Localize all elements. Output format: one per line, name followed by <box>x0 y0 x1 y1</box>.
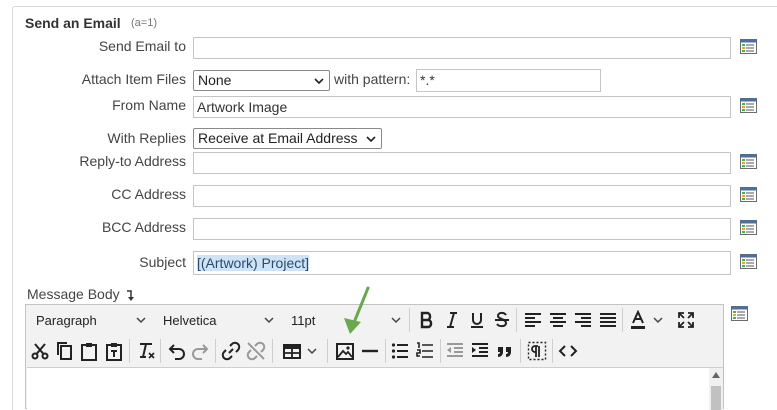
toolbar-separator <box>552 339 553 363</box>
numbered-list-icon[interactable] <box>415 341 435 361</box>
chevron-down-icon[interactable] <box>263 314 275 326</box>
toolbar-separator <box>516 308 517 332</box>
cut-icon[interactable] <box>30 341 50 361</box>
unlink-icon[interactable] <box>246 341 266 361</box>
toolbar-separator <box>385 339 386 363</box>
field-picker-icon[interactable] <box>731 306 748 321</box>
copy-icon[interactable] <box>54 341 74 361</box>
align-justify-icon[interactable] <box>598 310 618 330</box>
cc-input[interactable] <box>193 185 731 207</box>
bcc-label: BCC Address <box>101 219 186 235</box>
annotation-arrow <box>344 286 370 334</box>
bullet-list-icon[interactable] <box>390 341 410 361</box>
text-color-icon[interactable] <box>628 310 648 330</box>
toolbar-separator <box>215 339 216 363</box>
reply-to-label: Reply-to Address <box>79 153 186 169</box>
blockquote-icon[interactable] <box>495 341 515 361</box>
toolbar-separator <box>409 308 410 332</box>
chevron-down-icon[interactable] <box>652 314 664 326</box>
font-select[interactable]: Helvetica <box>163 313 216 328</box>
bcc-input[interactable] <box>193 218 731 240</box>
format-select[interactable]: Paragraph <box>36 313 97 328</box>
message-body-label: Message Body <box>27 286 120 302</box>
chevron-down-icon <box>314 78 324 85</box>
toolbar-separator <box>520 339 521 363</box>
attach-item-files-label: Attach Item Files <box>81 71 186 87</box>
bold-icon[interactable] <box>417 310 437 330</box>
attach-item-files-value: None <box>198 72 232 88</box>
with-replies-label: With Replies <box>107 130 186 146</box>
section-subtitle: (a=1) <box>131 17 157 29</box>
field-picker-icon[interactable] <box>740 154 757 169</box>
field-picker-icon[interactable] <box>740 187 757 202</box>
image-icon[interactable] <box>335 341 355 361</box>
arrow-down-right-icon <box>127 290 134 301</box>
scrollbar-thumb[interactable] <box>711 386 721 410</box>
field-picker-icon[interactable] <box>740 254 757 269</box>
attach-item-files-select[interactable]: None <box>193 70 330 91</box>
paste-text-icon[interactable] <box>104 341 124 361</box>
font-size-select[interactable]: 11pt <box>291 313 315 328</box>
cc-label: CC Address <box>111 186 186 202</box>
from-name-input[interactable]: Artwork Image <box>193 96 731 118</box>
subject-input[interactable]: [(Artwork) Project] <box>193 251 731 275</box>
link-icon[interactable] <box>221 341 241 361</box>
with-replies-select[interactable]: Receive at Email Address <box>193 128 382 149</box>
chevron-down-icon[interactable] <box>390 314 402 326</box>
from-name-label: From Name <box>112 97 186 113</box>
strikethrough-icon[interactable] <box>492 310 512 330</box>
align-left-icon[interactable] <box>523 310 543 330</box>
send-email-to-label: Send Email to <box>98 38 186 54</box>
chevron-down-icon <box>366 136 376 143</box>
undo-icon[interactable] <box>166 341 186 361</box>
message-body-content[interactable] <box>27 367 709 410</box>
with-replies-value: Receive at Email Address <box>198 130 358 146</box>
chevron-down-icon[interactable] <box>135 314 147 326</box>
source-code-icon[interactable] <box>558 341 578 361</box>
toolbar-separator <box>129 339 130 363</box>
align-center-icon[interactable] <box>548 310 568 330</box>
send-email-to-input[interactable] <box>193 37 731 59</box>
subject-value: [(Artwork) Project] <box>197 255 310 271</box>
show-blocks-icon[interactable] <box>527 341 547 361</box>
toolbar-separator <box>327 339 328 363</box>
pattern-label: with pattern: <box>334 71 411 87</box>
indent-icon[interactable] <box>470 341 490 361</box>
underline-icon[interactable] <box>467 310 487 330</box>
field-picker-icon[interactable] <box>740 98 757 113</box>
italic-icon[interactable] <box>442 310 462 330</box>
scroll-up-icon[interactable] <box>712 372 720 378</box>
subject-label: Subject <box>139 254 186 270</box>
toolbar-separator <box>160 339 161 363</box>
chevron-down-icon[interactable] <box>306 345 318 357</box>
field-picker-icon[interactable] <box>740 39 757 54</box>
fullscreen-icon[interactable] <box>676 310 696 330</box>
rich-text-editor: Paragraph Helvetica 11pt <box>25 304 724 410</box>
horizontal-rule-icon[interactable] <box>360 341 380 361</box>
redo-icon[interactable] <box>191 341 211 361</box>
pattern-input[interactable]: *.* <box>416 69 601 92</box>
clear-format-icon[interactable] <box>136 341 156 361</box>
scrollbar[interactable] <box>709 367 723 410</box>
toolbar-separator <box>272 339 273 363</box>
align-right-icon[interactable] <box>573 310 593 330</box>
field-picker-icon[interactable] <box>740 220 757 235</box>
reply-to-input[interactable] <box>193 152 731 174</box>
toolbar-separator <box>622 308 623 332</box>
toolbar-separator <box>440 339 441 363</box>
section-title: Send an Email <box>25 15 121 31</box>
outdent-icon[interactable] <box>445 341 465 361</box>
paste-icon[interactable] <box>79 341 99 361</box>
table-icon[interactable] <box>282 341 302 361</box>
